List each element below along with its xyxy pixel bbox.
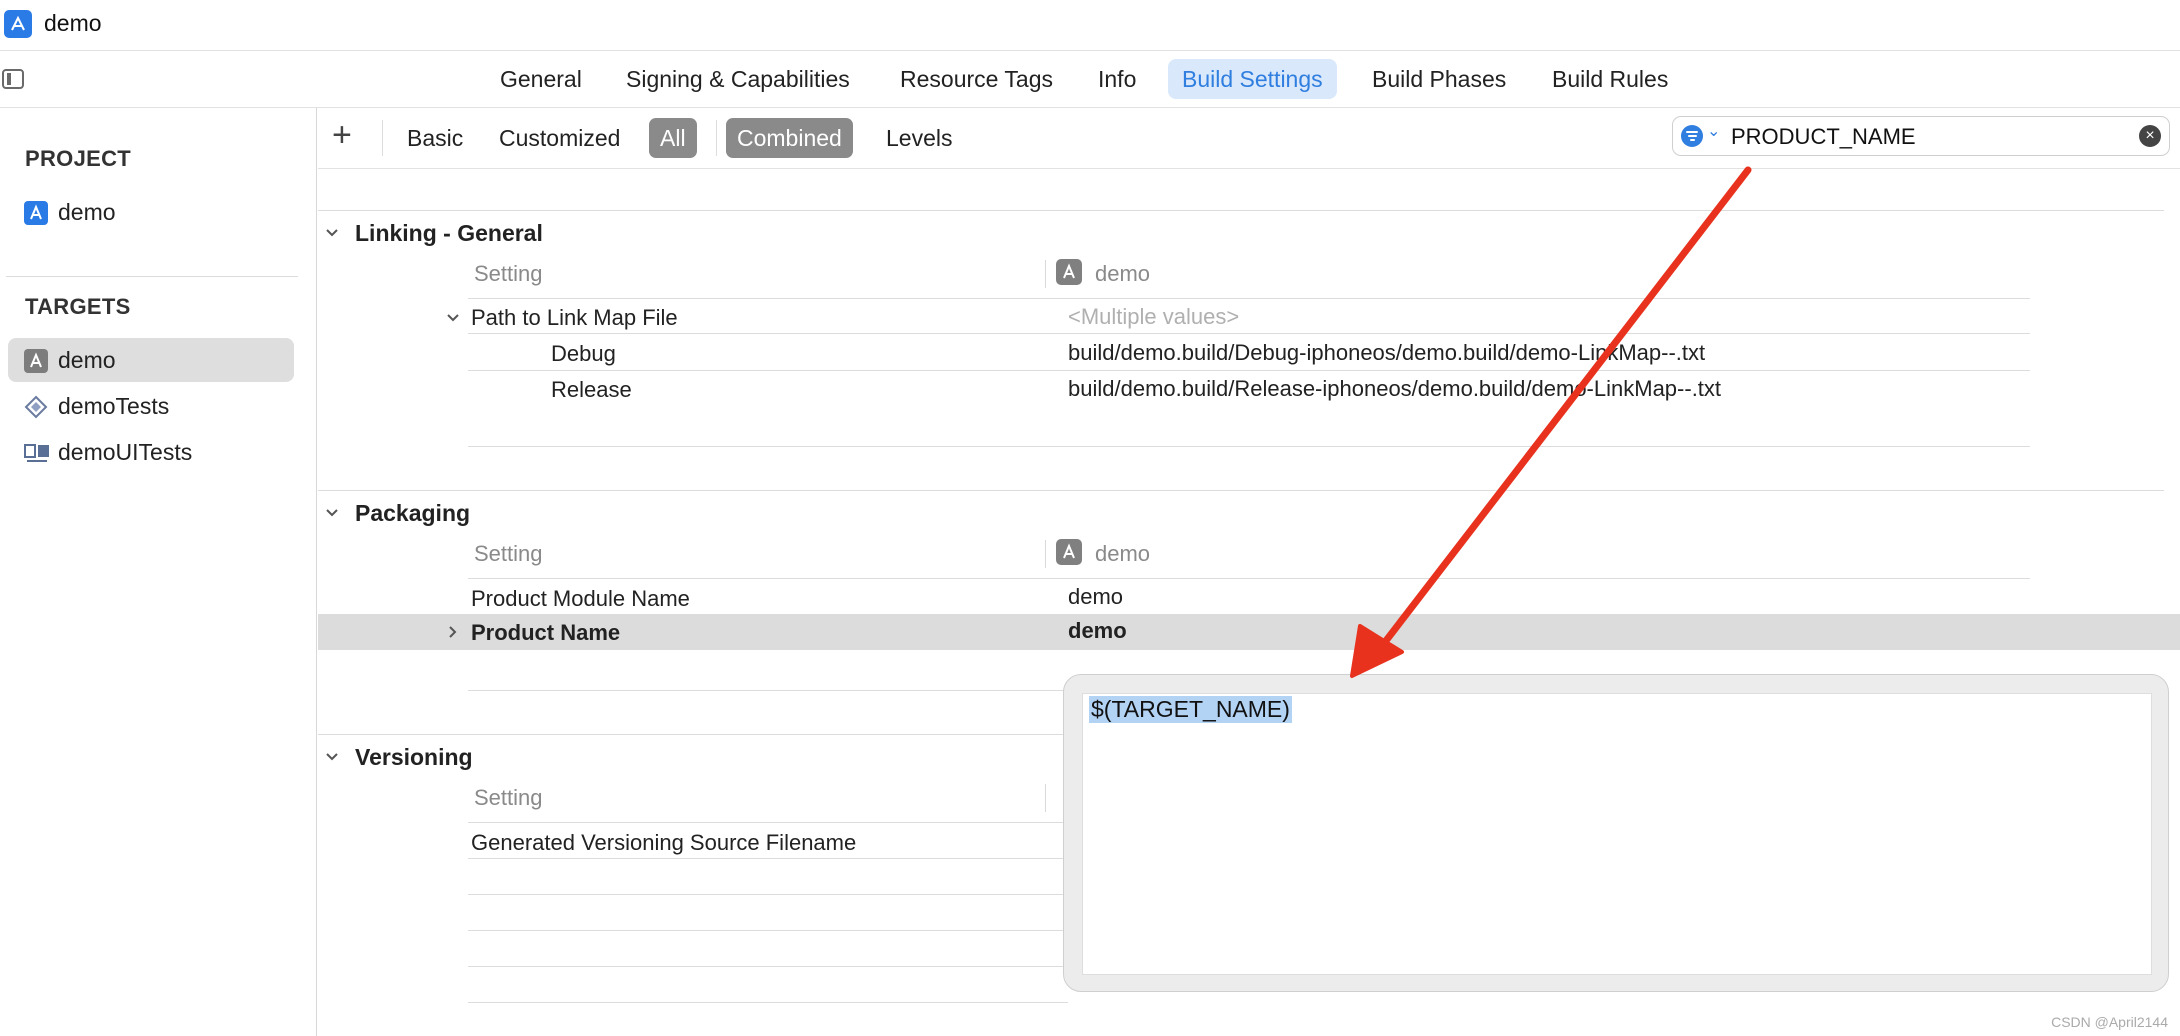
group-title-packaging[interactable]: Packaging: [355, 500, 470, 527]
tab-signing-capabilities[interactable]: Signing & Capabilities: [612, 59, 864, 99]
setting-value[interactable]: build/demo.build/Debug-iphoneos/demo.bui…: [1068, 340, 1705, 366]
row-separator: [468, 578, 2030, 579]
setting-value[interactable]: demo: [1068, 584, 1123, 610]
sidebar-item-target-demouitests[interactable]: demoUITests: [8, 430, 294, 474]
sidebar-divider: [6, 276, 298, 277]
chevron-down-icon[interactable]: [325, 226, 339, 240]
app-target-icon: [24, 349, 48, 373]
tab-build-rules[interactable]: Build Rules: [1538, 59, 1682, 99]
setting-name[interactable]: Path to Link Map File: [471, 305, 678, 331]
view-levels-button[interactable]: Levels: [875, 118, 963, 158]
search-field[interactable]: ⌄ PRODUCT_NAME ×: [1672, 116, 2170, 156]
column-divider: [1045, 540, 1046, 568]
value-editor-textarea[interactable]: $(TARGET_NAME): [1082, 693, 2152, 975]
chevron-down-icon[interactable]: [325, 506, 339, 520]
project-navigator-sidebar: PROJECT demo TARGETS demo demoTests demo…: [0, 108, 317, 1036]
tab-info[interactable]: Info: [1084, 59, 1150, 99]
row-separator: [468, 966, 1068, 967]
group-separator: [318, 734, 1064, 735]
chevron-down-icon[interactable]: [325, 750, 339, 764]
setting-name[interactable]: Release: [551, 377, 632, 403]
tab-build-phases[interactable]: Build Phases: [1358, 59, 1520, 99]
row-separator: [468, 298, 2030, 299]
setting-value[interactable]: build/demo.build/Release-iphoneos/demo.b…: [1068, 376, 1721, 402]
sidebar-item-label: demo: [58, 199, 116, 225]
title-bar: demo: [0, 0, 2180, 51]
filter-basic-button[interactable]: Basic: [396, 118, 474, 158]
row-separator: [468, 930, 1068, 931]
watermark-text: CSDN @April2144: [2051, 1014, 2168, 1030]
value-editor-text[interactable]: $(TARGET_NAME): [1089, 696, 1292, 723]
toolbar-divider: [716, 120, 717, 156]
search-input[interactable]: PRODUCT_NAME: [1731, 124, 1916, 150]
tab-build-settings[interactable]: Build Settings: [1168, 59, 1337, 99]
setting-name[interactable]: Debug: [551, 341, 616, 367]
sidebar-item-project-demo[interactable]: demo: [8, 190, 294, 234]
unit-test-icon: [24, 395, 48, 419]
row-separator: [468, 858, 1068, 859]
column-divider: [1045, 260, 1046, 288]
column-header-target: demo: [1095, 541, 1151, 566]
tab-general[interactable]: General: [486, 59, 596, 99]
project-section-heading: PROJECT: [25, 146, 132, 171]
toolbar-divider: [382, 120, 383, 156]
filter-icon[interactable]: [1681, 125, 1703, 147]
clear-search-icon[interactable]: ×: [2139, 125, 2161, 147]
row-separator: [468, 333, 2030, 334]
value-editor-popover: $(TARGET_NAME): [1063, 674, 2169, 992]
sidebar-item-label: demo: [58, 347, 116, 373]
sidebar-item-label: demoTests: [58, 393, 170, 419]
setting-value[interactable]: demo: [1068, 618, 1127, 644]
column-header-setting: Setting: [474, 541, 543, 566]
xcode-project-icon: [4, 10, 32, 38]
row-separator: [468, 822, 1068, 823]
chevron-down-icon[interactable]: ⌄: [1707, 121, 1720, 141]
sidebar-toggle-icon[interactable]: [2, 69, 24, 89]
column-divider: [1045, 784, 1046, 812]
window-title: demo: [44, 10, 102, 36]
setting-name[interactable]: Product Module Name: [471, 586, 690, 612]
column-header-setting: Setting: [474, 785, 543, 810]
chevron-right-icon[interactable]: [446, 625, 460, 639]
row-separator: [468, 1002, 1068, 1003]
group-separator: [318, 210, 2164, 211]
filter-customized-button[interactable]: Customized: [488, 118, 631, 158]
ui-test-icon: [24, 441, 49, 465]
group-title-versioning[interactable]: Versioning: [355, 744, 473, 771]
setting-value[interactable]: <Multiple values>: [1068, 304, 1239, 330]
column-header-setting: Setting: [474, 261, 543, 286]
project-icon: [24, 201, 48, 225]
group-separator: [318, 490, 2164, 491]
setting-name[interactable]: Product Name: [471, 620, 620, 646]
row-separator: [468, 446, 2030, 447]
column-header-target: demo: [1095, 261, 1151, 286]
view-combined-button[interactable]: Combined: [726, 118, 853, 158]
app-target-icon: [1056, 259, 1082, 285]
filter-all-button[interactable]: All: [649, 118, 697, 158]
app-target-icon: [1056, 539, 1082, 565]
build-settings-filter-bar: + Basic Customized All Combined Levels ⌄…: [318, 108, 2180, 169]
chevron-down-icon[interactable]: [446, 311, 460, 325]
row-separator: [468, 690, 1068, 691]
editor-tab-bar: General Signing & Capabilities Resource …: [0, 51, 2180, 108]
row-separator: [468, 370, 2030, 371]
targets-section-heading: TARGETS: [25, 294, 131, 319]
sidebar-item-target-demotests[interactable]: demoTests: [8, 384, 294, 428]
setting-name[interactable]: Generated Versioning Source Filename: [471, 830, 856, 856]
group-title-linking-general[interactable]: Linking - General: [355, 220, 543, 247]
add-setting-button[interactable]: +: [332, 116, 352, 155]
tab-resource-tags[interactable]: Resource Tags: [886, 59, 1067, 99]
row-separator: [468, 894, 1068, 895]
sidebar-item-target-demo[interactable]: demo: [8, 338, 294, 382]
sidebar-item-label: demoUITests: [58, 439, 193, 465]
